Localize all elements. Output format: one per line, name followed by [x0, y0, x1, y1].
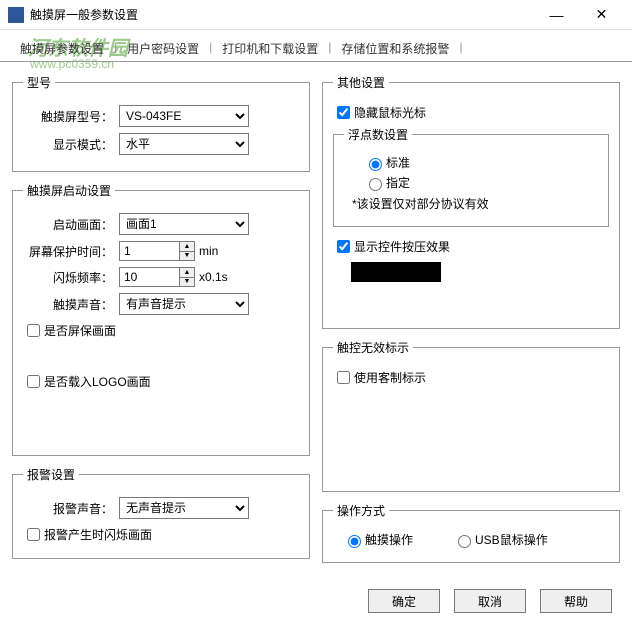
label-load-logo: 是否载入LOGO画面	[44, 373, 151, 390]
label-usb-mouse: USB鼠标操作	[475, 531, 548, 548]
touch-invalid-legend: 触控无效标示	[333, 339, 413, 356]
radio-usb-mouse[interactable]	[458, 535, 471, 548]
float-note: *该设置仅对部分协议有效	[352, 195, 598, 212]
other-legend: 其他设置	[333, 74, 389, 91]
close-button[interactable]: ✕	[579, 0, 624, 29]
label-custom-mark: 使用客制标示	[354, 369, 426, 386]
select-display-mode[interactable]: 水平	[119, 133, 249, 155]
checkbox-screensaver-enable[interactable]	[27, 324, 40, 337]
touch-invalid-group: 触控无效标示 使用客制标示	[322, 339, 620, 492]
label-touch-operation: 触摸操作	[365, 531, 413, 548]
unit-tenth-second: x0.1s	[199, 270, 228, 284]
select-alarm-sound[interactable]: 无声音提示	[119, 497, 249, 519]
startup-legend: 触摸屏启动设置	[23, 182, 115, 199]
label-touch-sound: 触摸声音：	[23, 296, 113, 313]
checkbox-load-logo[interactable]	[27, 375, 40, 388]
label-float-specified: 指定	[386, 174, 410, 191]
alarm-group: 报警设置 报警声音： 无声音提示 报警产生时闪烁画面	[12, 466, 310, 559]
label-model-no: 触摸屏型号：	[23, 108, 113, 125]
operation-legend: 操作方式	[333, 502, 389, 519]
window-title: 触摸屏一般参数设置	[30, 6, 534, 23]
checkbox-custom-mark[interactable]	[337, 371, 350, 384]
label-flash-rate: 闪烁频率：	[23, 269, 113, 286]
spinner-screensaver[interactable]: ▲▼	[179, 241, 195, 261]
float-legend: 浮点数设置	[344, 126, 412, 143]
label-hide-cursor: 隐藏鼠标光标	[354, 104, 426, 121]
alarm-legend: 报警设置	[23, 466, 79, 483]
radio-float-specified[interactable]	[369, 178, 382, 191]
radio-float-standard[interactable]	[369, 158, 382, 171]
checkbox-press-effect[interactable]	[337, 240, 350, 253]
label-start-screen: 启动画面：	[23, 216, 113, 233]
app-icon	[8, 7, 24, 23]
tab-storage-alarm[interactable]: 存储位置和系统报警	[333, 36, 457, 61]
label-press-effect: 显示控件按压效果	[354, 238, 450, 255]
select-touch-sound[interactable]: 有声音提示	[119, 293, 249, 315]
input-flash-rate[interactable]	[119, 267, 179, 287]
startup-group: 触摸屏启动设置 启动画面： 画面1 屏幕保护时间： ▲▼ min 闪烁频率： ▲…	[12, 182, 310, 456]
model-legend: 型号	[23, 74, 55, 91]
tab-printer-download[interactable]: 打印机和下载设置	[214, 36, 326, 61]
minimize-button[interactable]: —	[534, 0, 579, 29]
model-group: 型号 触摸屏型号： VS-043FE 显示模式： 水平	[12, 74, 310, 172]
label-alarm-sound: 报警声音：	[23, 500, 113, 517]
label-display-mode: 显示模式：	[23, 136, 113, 153]
redacted-preview	[351, 262, 441, 282]
radio-touch-operation[interactable]	[348, 535, 361, 548]
select-start-screen[interactable]: 画面1	[119, 213, 249, 235]
label-screensaver-enable: 是否屏保画面	[44, 322, 116, 339]
label-screensaver-time: 屏幕保护时间：	[23, 243, 113, 260]
operation-group: 操作方式 触摸操作 USB鼠标操作	[322, 502, 620, 563]
label-alarm-flash: 报警产生时闪烁画面	[44, 526, 152, 543]
other-group: 其他设置 隐藏鼠标光标 浮点数设置 标准 指定 *该设置仅对部分协议有效	[322, 74, 620, 329]
tab-user-password[interactable]: 用户密码设置	[119, 36, 207, 61]
ok-button[interactable]: 确定	[368, 589, 440, 613]
checkbox-alarm-flash[interactable]	[27, 528, 40, 541]
help-button[interactable]: 帮助	[540, 589, 612, 613]
spinner-flash[interactable]: ▲▼	[179, 267, 195, 287]
float-group: 浮点数设置 标准 指定 *该设置仅对部分协议有效	[333, 126, 609, 227]
checkbox-hide-cursor[interactable]	[337, 106, 350, 119]
cancel-button[interactable]: 取消	[454, 589, 526, 613]
select-model-no[interactable]: VS-043FE	[119, 105, 249, 127]
label-float-standard: 标准	[386, 154, 410, 171]
tab-bar: 触摸屏参数设置 | 用户密码设置 | 打印机和下载设置 | 存储位置和系统报警 …	[0, 30, 632, 62]
unit-min: min	[199, 244, 218, 258]
input-screensaver-time[interactable]	[119, 241, 179, 261]
tab-touchscreen-params[interactable]: 触摸屏参数设置	[12, 36, 112, 61]
